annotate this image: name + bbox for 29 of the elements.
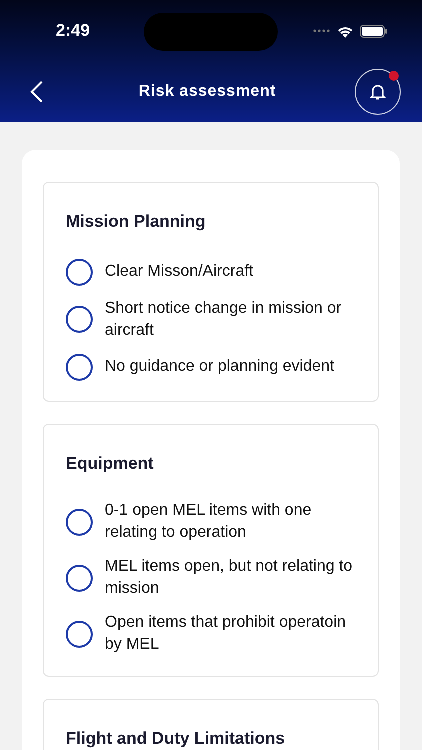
option-label: No guidance or planning evident [105, 357, 334, 377]
radio-button[interactable] [66, 306, 93, 333]
notification-button[interactable] [354, 69, 401, 115]
section-title: Equipment [66, 452, 155, 474]
option-label: Short notice change in mission or aircraft [105, 298, 343, 340]
radio-button[interactable] [66, 258, 93, 286]
page-title: Risk assessment [138, 82, 276, 102]
radio-option[interactable]: Open items that prohibit operatoin by MEL [66, 612, 356, 656]
radio-option[interactable]: No guidance or planning evident [66, 354, 356, 380]
section-title: Mission Planning [66, 211, 207, 233]
battery-icon [360, 24, 388, 38]
signal-icon [313, 29, 331, 33]
option-label: 0-1 open MEL items with one relating to operation [105, 501, 313, 543]
wifi-icon [337, 24, 354, 38]
radio-option[interactable]: Short notice change in mission or aircraft [66, 298, 356, 342]
radio-option[interactable]: 0-1 open MEL items with one relating to operation [66, 500, 356, 544]
radio-button[interactable] [66, 564, 93, 592]
radio-option[interactable]: Clear Misson/Aircraft [66, 258, 356, 286]
option-label: MEL items open, but not relating to mission [105, 557, 354, 599]
option-label: Clear Misson/Aircraft [105, 262, 254, 282]
section-title: Flight and Duty Limitations [66, 728, 286, 750]
bell-icon [370, 83, 386, 101]
back-icon [30, 80, 44, 104]
radio-option[interactable]: MEL items open, but not relating to mission [66, 556, 356, 600]
radio-button[interactable] [66, 508, 93, 536]
radio-button[interactable] [66, 620, 93, 648]
option-label: Open items that prohibit operatoin by MEL [105, 613, 348, 655]
status-time: 2:49 [56, 20, 90, 42]
radio-button[interactable] [66, 354, 93, 380]
